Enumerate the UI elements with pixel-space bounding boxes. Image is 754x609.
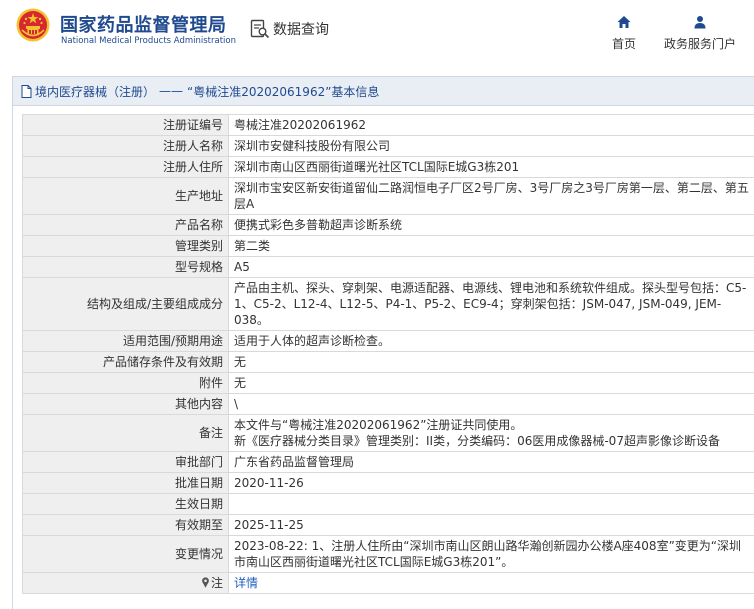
field-value: 无	[228, 351, 754, 373]
field-value: 2023-08-22: 1、注册人住所由“深圳市南山区朗山路华瀚创新园办公楼A座…	[228, 535, 754, 573]
remark-line-1: 本文件与“粤械注准20202061962”注册证共同使用。	[234, 418, 523, 432]
breadcrumb-category-link[interactable]: 境内医疗器械（注册）	[35, 83, 155, 100]
table-row: 生效日期	[22, 493, 754, 515]
field-value: 便携式彩色多普勒超声诊断系统	[228, 214, 754, 236]
field-label: 变更情况	[22, 535, 229, 573]
field-value: 深圳市安健科技股份有限公司	[228, 135, 754, 157]
note-label: 注	[22, 572, 229, 594]
field-value: 广东省药品监督管理局	[228, 451, 754, 473]
field-label: 产品储存条件及有效期	[22, 351, 229, 373]
org-name-en: National Medical Products Administration	[61, 36, 236, 46]
field-label: 注册证编号	[22, 114, 229, 136]
breadcrumb: 境内医疗器械（注册） —— “粤械注准20202061962”基本信息	[13, 77, 754, 106]
field-label: 管理类别	[22, 235, 229, 257]
field-value: 无	[228, 372, 754, 394]
field-value: 产品由主机、探头、穿刺架、电源适配器、电源线、锂电池和系统软件组成。探头型号包括…	[228, 277, 754, 331]
data-query-label: 数据查询	[273, 22, 329, 38]
home-icon	[617, 16, 631, 28]
table-row: 注册人住所 深圳市南山区西丽街道曙光社区TCL国际E城G3栋201	[22, 156, 754, 178]
table-row: 适用范围/预期用途 适用于人体的超声诊断检查。	[22, 330, 754, 352]
nav-home-label: 首页	[611, 37, 636, 51]
table-row: 结构及组成/主要组成成分 产品由主机、探头、穿刺架、电源适配器、电源线、锂电池和…	[22, 277, 754, 331]
document-icon	[21, 84, 32, 98]
field-label: 注册人住所	[22, 156, 229, 178]
field-value: 详情	[228, 572, 754, 594]
field-value: 适用于人体的超声诊断检查。	[228, 330, 754, 352]
table-row: 审批部门 广东省药品监督管理局	[22, 451, 754, 473]
breadcrumb-separator: ——	[159, 84, 184, 98]
table-row: 注册人名称 深圳市安健科技股份有限公司	[22, 135, 754, 157]
field-label: 结构及组成/主要组成成分	[22, 277, 229, 331]
table-row: 型号规格 A5	[22, 256, 754, 278]
field-value: 深圳市南山区西丽街道曙光社区TCL国际E城G3栋201	[228, 156, 754, 178]
field-label: 有效期至	[22, 514, 229, 536]
user-icon	[694, 16, 706, 29]
nav-home[interactable]: 首页	[607, 15, 641, 52]
table-row: 附件 无	[22, 372, 754, 394]
breadcrumb-title: “粤械注准20202061962”基本信息	[187, 84, 380, 99]
table-row: 注册证编号 粤械注准20202061962	[22, 114, 754, 136]
main-panel: 境内医疗器械（注册） —— “粤械注准20202061962”基本信息 注册证编…	[12, 76, 754, 609]
field-label: 附件	[22, 372, 229, 394]
field-value	[228, 493, 754, 515]
table-row: 产品名称 便携式彩色多普勒超声诊断系统	[22, 214, 754, 236]
field-value: 深圳市宝安区新安街道留仙二路润恒电子厂区2号厂房、3号厂房之3号厂房第一层、第二…	[228, 177, 754, 215]
table-row: 变更情况 2023-08-22: 1、注册人住所由“深圳市南山区朗山路华瀚创新园…	[22, 535, 754, 573]
note-label-text: 注	[210, 576, 223, 590]
table-row: 产品储存条件及有效期 无	[22, 351, 754, 373]
registration-info-table: 注册证编号 粤械注准20202061962 注册人名称 深圳市安健科技股份有限公…	[22, 114, 754, 594]
field-value: 2025-11-25	[228, 514, 754, 536]
field-label: 注册人名称	[22, 135, 229, 157]
table-row: 生产地址 深圳市宝安区新安街道留仙二路润恒电子厂区2号厂房、3号厂房之3号厂房第…	[22, 177, 754, 215]
field-value: 2020-11-26	[228, 472, 754, 494]
field-label: 产品名称	[22, 214, 229, 236]
field-label: 适用范围/预期用途	[22, 330, 229, 352]
org-name-cn: 国家药品监督管理局	[60, 15, 227, 36]
national-emblem-icon	[16, 8, 50, 42]
table-row: 批准日期 2020-11-26	[22, 472, 754, 494]
table-row: 备注 本文件与“粤械注准20202061962”注册证共同使用。 新《医疗器械分…	[22, 414, 754, 452]
remark-line-2: 新《医疗器械分类目录》管理类别：II类，分类编码：06医用成像器械-07超声影像…	[234, 434, 720, 448]
nav-service-label: 政务服务门户	[663, 37, 736, 51]
field-label: 生产地址	[22, 177, 229, 215]
table-row: 其他内容 \	[22, 393, 754, 415]
data-query-link[interactable]: 数据查询	[250, 19, 329, 39]
field-label: 型号规格	[22, 256, 229, 278]
field-value: 第二类	[228, 235, 754, 257]
field-value: A5	[228, 256, 754, 278]
field-label: 备注	[22, 414, 229, 452]
field-value: 粤械注准20202061962	[228, 114, 754, 136]
field-label: 批准日期	[22, 472, 229, 494]
table-row: 注 详情	[22, 572, 754, 594]
table-row: 有效期至 2025-11-25	[22, 514, 754, 536]
nav-service-portal[interactable]: 政务服务门户	[660, 15, 740, 52]
field-label: 生效日期	[22, 493, 229, 515]
field-value: 本文件与“粤械注准20202061962”注册证共同使用。 新《医疗器械分类目录…	[228, 414, 754, 452]
field-label: 其他内容	[22, 393, 229, 415]
data-query-icon	[250, 19, 270, 39]
pin-icon	[202, 577, 209, 588]
field-value: \	[228, 393, 754, 415]
field-label: 审批部门	[22, 451, 229, 473]
details-link[interactable]: 详情	[234, 576, 258, 590]
table-row: 管理类别 第二类	[22, 235, 754, 257]
site-header: 国家药品监督管理局 National Medical Products Admi…	[0, 0, 754, 62]
